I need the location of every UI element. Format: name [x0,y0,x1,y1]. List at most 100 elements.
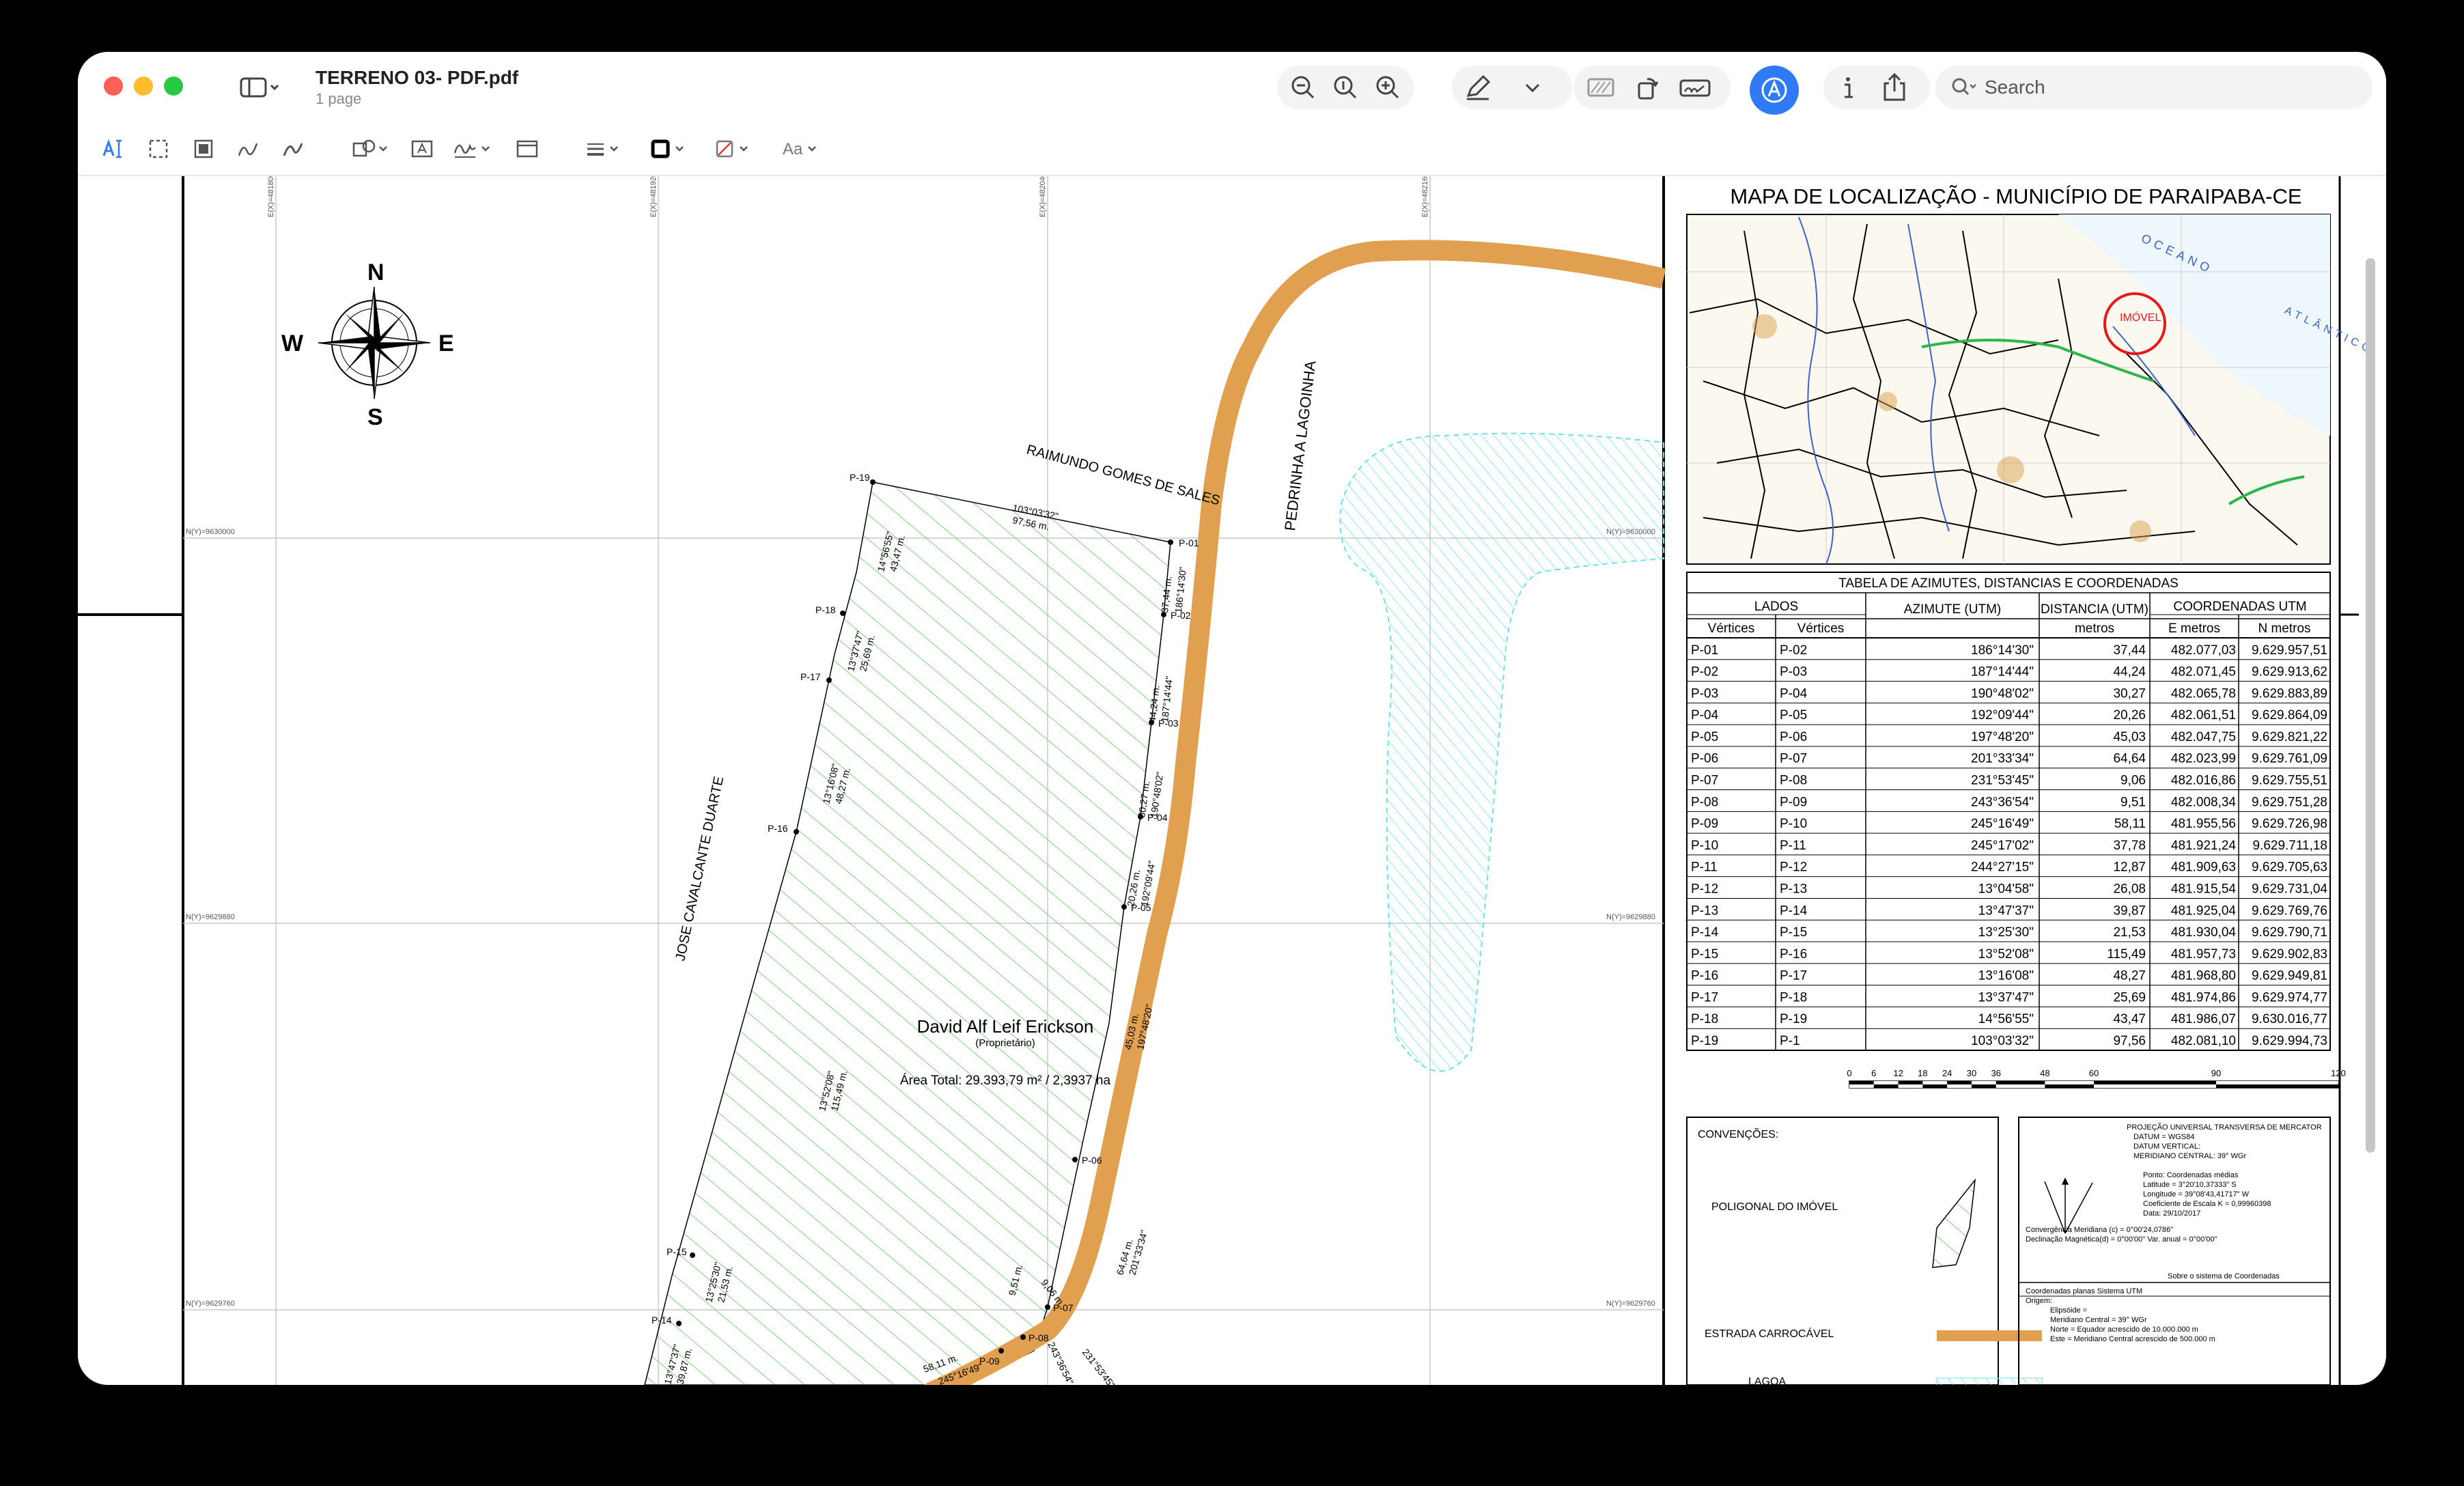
table-cell: 482.016,86 [2171,774,2236,788]
scale-segment [2094,1084,2216,1088]
compass-rose-icon: N S E W [281,260,454,430]
scale-segment [1898,1081,1923,1084]
grid-label: E(X)=482160 [1421,176,1429,217]
border-color-tool[interactable] [645,130,697,168]
table-cell: P-11 [1691,860,1718,875]
sidebar-icon [240,77,279,98]
neighbor-north-label: RAIMUNDO GOMES DE SALES [1025,443,1222,509]
table-cell: 201°33'34" [1971,752,2034,766]
projection-info-line: Elipsóide = [2050,1306,2087,1315]
table-cell: 482.008,34 [2171,795,2237,809]
table-cell: 244°27'15" [1971,860,2034,875]
table-title: TABELA DE AZIMUTES, DISTANCIAS E COORDEN… [1838,576,2179,591]
markup-button[interactable] [1750,66,1799,115]
fill-color-tool[interactable] [709,130,761,168]
table-cell: 13°04'58" [1978,882,2034,896]
page-layout-tool[interactable] [508,130,546,168]
segment-label: 187°14'44" [1159,675,1175,723]
scale-segment [1996,1084,2045,1088]
search-field[interactable]: Search [1935,66,2372,109]
text-style-tool[interactable]: Aa [774,130,829,168]
pdf-page: N(Y)=9630000 N(Y)=9630000 N(Y)=9629880 N… [78,176,2377,1385]
table-cell: 58,11 [2114,817,2146,831]
rectangular-selection-tool[interactable] [139,130,178,168]
zoom-in-button[interactable] [1367,67,1408,108]
actual-size-button[interactable] [1325,67,1366,108]
projection-info: PROJEÇÃO UNIVERSAL TRANSVERSA DE MERCATO… [2018,1117,2331,1385]
table-cell: P-19 [1691,1034,1718,1048]
draw-tool[interactable] [275,130,313,168]
scale-tick-label: 0 [1847,1068,1851,1078]
table-cell: 115,49 [2107,947,2146,962]
conventions-title: CONVENÇÕES: [1698,1127,1778,1140]
sign-tool[interactable] [447,130,501,168]
close-window-button[interactable] [104,76,123,96]
azimuth-table: TABELA DE AZIMUTES, DISTANCIAS E COORDEN… [1686,572,2331,1051]
minimize-window-button[interactable] [134,76,153,96]
table-cell: 9.629.913,62 [2252,665,2327,679]
table-cell: 37,44 [2113,643,2146,658]
zoom-window-button[interactable] [164,76,183,96]
sidebar-toggle-button[interactable] [229,67,291,108]
scale-segment [1996,1081,2045,1084]
table-cell: 482.071,45 [2171,665,2236,679]
table-cell: P-07 [1780,752,1807,766]
shape-style-tool[interactable] [579,130,631,168]
grid-label: E(X)=481920 [649,176,658,217]
sketch-tool[interactable] [229,130,268,168]
table-cell: P-09 [1780,795,1807,809]
redact-button[interactable] [1580,67,1621,108]
projection-info-line: Norte = Equador acrescido de 10.000.000 … [2050,1326,2198,1334]
zoom-out-icon [1291,76,1315,99]
shapes-icon [352,139,387,157]
table-cell: 30,27 [2113,686,2146,701]
smart-lasso-tool[interactable] [184,130,223,168]
legend-polygon-swatch [1932,1178,1976,1268]
shapes-tool[interactable] [344,130,399,168]
vertex-label: P-01 [1179,537,1199,548]
share-button[interactable] [1874,67,1915,108]
zoom-out-button[interactable] [1283,67,1324,108]
table-cell: 9.629.751,28 [2252,795,2327,809]
signature-button[interactable] [1675,67,1716,108]
table-cell: 14°56'55" [1978,1012,2034,1026]
rotate-button[interactable] [1627,67,1668,108]
projection-info-line: Data: 29/10/2017 [2143,1209,2200,1218]
table-header: AZIMUTE (UTM) [1904,602,2001,617]
rotate-icon [1638,78,1659,100]
projection-info-line: Latitude = 3°20'10,37333" S [2143,1181,2237,1189]
table-cell: 37,78 [2113,839,2146,853]
table-cell: 25,69 [2113,990,2146,1005]
table-cell: 9.630.016,77 [2252,1012,2327,1026]
vertical-scrollbar[interactable] [2366,258,2375,1153]
scale-segment [1922,1084,1948,1088]
conventions-legend: CONVENÇÕES: POLIGONAL DO IMÓVEL ESTRADA … [1686,1117,2043,1385]
pdf-page-view[interactable]: N(Y)=9630000 N(Y)=9630000 N(Y)=9629880 N… [78,176,2386,1385]
text-cursor-icon [102,139,122,158]
projection-info-line: Convergência Meridiana (c) = 0°00'24,078… [2026,1226,2173,1234]
table-cell: P-10 [1780,817,1807,831]
table-cell: P-05 [1780,708,1807,723]
projection-info-line: Este = Meridiano Central acrescido de 50… [2050,1335,2215,1343]
highlight-options-button[interactable] [1512,67,1553,108]
text-selection-tool[interactable] [94,130,132,168]
projection-info-line: DATUM = WGS84 [2133,1133,2194,1141]
text-box-tool[interactable] [403,130,441,168]
grid-label: N(Y)=9629760 [186,1300,235,1308]
scale-segment [1849,1081,1874,1084]
scale-segment [2216,1081,2338,1084]
scale-tick-label: 30 [1967,1068,1976,1078]
scale-segment [1947,1084,1972,1088]
table-cell: 13°37'47" [1978,990,2034,1005]
highlight-button[interactable] [1457,67,1498,108]
table-cell: 9.629.883,89 [2252,686,2327,701]
share-icon [1884,72,1905,101]
vertex-label: P-09 [979,1356,1000,1366]
table-cell: 44,24 [2113,665,2146,679]
table-header: Vértices [1708,621,1755,636]
segment-label: 243°36'54" [1046,1340,1076,1385]
table-cell: 186°14'30" [1971,643,2034,658]
table-cell: 481.915,54 [2171,882,2237,896]
info-button[interactable] [1828,67,1868,108]
table-cell: P-15 [1691,947,1718,962]
